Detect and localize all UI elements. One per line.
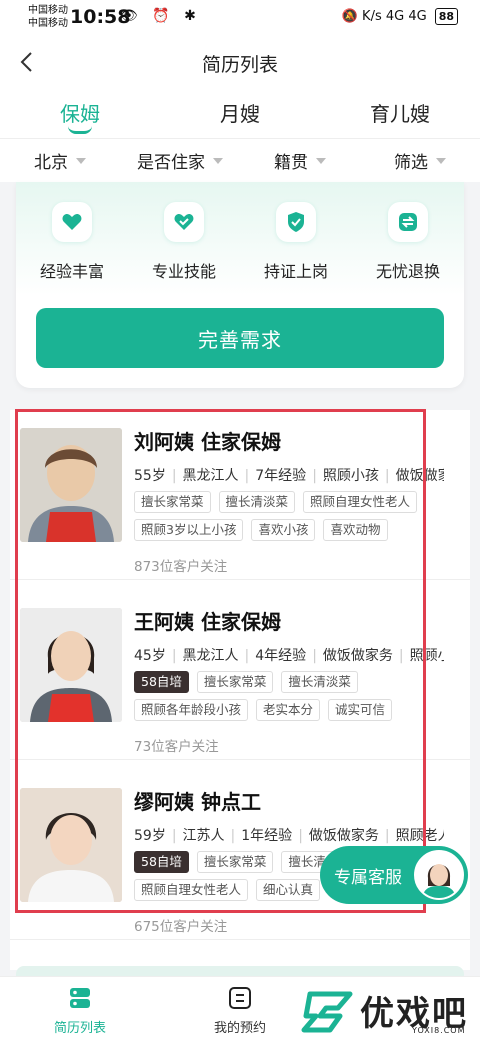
skill-tag: 擅长家常菜	[196, 851, 274, 873]
status-icons-left: 👁 ⏰ ✱	[120, 8, 201, 24]
bottom-nav-appointments[interactable]: 我的预约	[180, 985, 300, 1036]
next-section-strip	[16, 966, 464, 976]
watermark-logo-icon	[301, 991, 353, 1033]
skill-tag: 照顾自理女性老人	[134, 879, 249, 901]
feature-skills: 专业技能	[128, 202, 240, 282]
caregiver-name: 王阿姨 住家保姆	[134, 610, 281, 634]
check-heart-icon	[164, 202, 204, 242]
skill-tag: 照顾各年龄段小孩	[134, 699, 249, 721]
feature-certified: 持证上岗	[240, 202, 352, 282]
follower-count: 675位客户关注	[134, 919, 228, 935]
caregiver-info: 王阿姨 住家保姆 45岁|黑龙江人|4年经验|做饭做家务|照顾小孩 58自培 擅…	[134, 606, 444, 755]
caregiver-card[interactable]: 刘阿姨 住家保姆 55岁|黑龙江人|7年经验|照顾小孩|做饭做家 擅长家常菜 擅…	[10, 410, 470, 580]
caregiver-tags: 58自培 擅长家常菜 擅长清淡菜 照顾各年龄段小孩 老实本分 诚实可信	[134, 671, 434, 721]
bottom-nav-resume-list[interactable]: 简历列表	[20, 985, 140, 1036]
caret-down-icon	[436, 157, 446, 164]
heart-icon	[52, 202, 92, 242]
network-icons: 🔕 K/s 4G 4G	[341, 9, 427, 24]
appointment-icon	[227, 985, 253, 1011]
skill-tag: 照顾自理女性老人	[303, 491, 418, 513]
shield-check-icon	[276, 202, 316, 242]
tab-yuersao[interactable]: 育儿嫂	[320, 88, 480, 138]
skill-tag: 照顾3岁以上小孩	[134, 519, 244, 541]
caregiver-meta: 45岁|黑龙江人|4年经验|做饭做家务|照顾小孩	[134, 648, 444, 664]
carrier-label: 中国移动 中国移动	[28, 5, 68, 29]
caregiver-meta: 59岁|江苏人|1年经验|做饭做家务|照顾老人	[134, 828, 444, 844]
caregiver-info: 刘阿姨 住家保姆 55岁|黑龙江人|7年经验|照顾小孩|做饭做家 擅长家常菜 擅…	[134, 426, 444, 575]
list-icon	[67, 985, 93, 1011]
follower-count: 873位客户关注	[134, 559, 228, 575]
active-tab-indicator	[68, 126, 92, 134]
service-avatar	[414, 850, 464, 900]
filter-bar: 北京 是否住家 籍贯 筛选	[0, 138, 480, 182]
tab-yuesao[interactable]: 月嫂	[160, 88, 320, 138]
tab-baomu[interactable]: 保姆	[0, 88, 160, 138]
category-tabs: 保姆 月嫂 育儿嫂	[0, 88, 480, 138]
filter-more[interactable]: 筛选	[360, 139, 480, 182]
feature-list: 经验丰富 专业技能 持证上岗 无忧退换	[16, 202, 464, 282]
caret-down-icon	[76, 157, 86, 164]
skill-tag: 擅长清淡菜	[218, 491, 296, 513]
page-title: 简历列表	[201, 54, 278, 76]
follower-count: 73位客户关注	[134, 739, 219, 755]
feature-experience: 经验丰富	[16, 202, 128, 282]
caregiver-photo	[20, 788, 122, 902]
complete-requirements-button[interactable]: 完善需求	[36, 308, 444, 368]
service-promo-card: 经验丰富 专业技能 持证上岗 无忧退换 完善需求	[16, 182, 464, 388]
skill-tag: 擅长家常菜	[196, 671, 274, 693]
caregiver-name: 缪阿姨 钟点工	[134, 790, 261, 814]
caregiver-tags: 擅长家常菜 擅长清淡菜 照顾自理女性老人 照顾3岁以上小孩 喜欢小孩 喜欢动物	[134, 491, 434, 541]
training-badge: 58自培	[134, 671, 189, 693]
feature-refund: 无忧退换	[352, 202, 464, 282]
caregiver-photo	[20, 428, 122, 542]
watermark-subtext: YOXI8.COM	[412, 1026, 466, 1035]
caregiver-card[interactable]: 王阿姨 住家保姆 45岁|黑龙江人|4年经验|做饭做家务|照顾小孩 58自培 擅…	[10, 590, 470, 760]
nav-bar: 简历列表	[0, 36, 480, 88]
skill-tag: 老实本分	[256, 699, 321, 721]
skill-tag: 诚实可信	[328, 699, 393, 721]
caregiver-photo	[20, 608, 122, 722]
watermark-logo: 优戏吧 YOXI8.COM	[300, 984, 480, 1040]
swap-icon	[388, 202, 428, 242]
filter-live-in[interactable]: 是否住家	[120, 139, 240, 182]
skill-tag: 擅长家常菜	[134, 491, 211, 513]
skill-tag: 喜欢小孩	[251, 519, 316, 541]
skill-tag: 喜欢动物	[323, 519, 388, 541]
filter-hometown[interactable]: 籍贯	[240, 139, 360, 182]
customer-service-button[interactable]: 专属客服	[320, 846, 468, 904]
service-label: 专属客服	[334, 867, 402, 888]
skill-tag: 擅长清淡菜	[281, 671, 358, 693]
training-badge: 58自培	[134, 851, 189, 873]
caret-down-icon	[316, 157, 326, 164]
caregiver-name: 刘阿姨 住家保姆	[134, 430, 281, 454]
status-bar: 中国移动 中国移动 10:58 👁 ⏰ ✱ 🔕 K/s 4G 4G 88	[0, 0, 480, 36]
status-icons-right: 🔕 K/s 4G 4G 88	[342, 8, 458, 25]
skill-tag: 细心认真	[256, 879, 321, 901]
filter-city[interactable]: 北京	[0, 139, 120, 182]
caregiver-meta: 55岁|黑龙江人|7年经验|照顾小孩|做饭做家	[134, 468, 444, 484]
battery-icon: 88	[434, 8, 458, 25]
caret-down-icon	[213, 157, 223, 164]
